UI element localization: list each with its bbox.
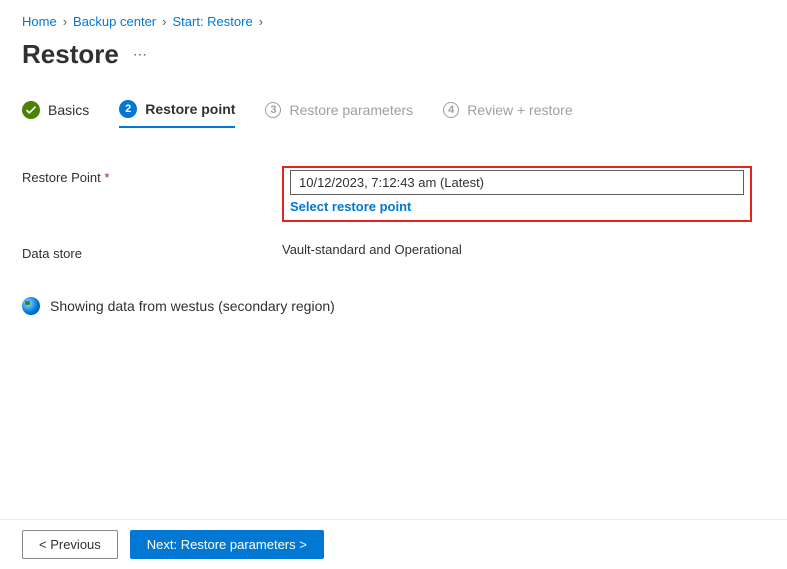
data-store-label: Data store — [22, 242, 282, 261]
checkmark-icon — [22, 101, 40, 119]
required-icon: * — [104, 170, 109, 185]
data-store-row: Data store Vault-standard and Operationa… — [22, 242, 765, 261]
previous-button[interactable]: < Previous — [22, 530, 118, 559]
breadcrumb-home[interactable]: Home — [22, 14, 57, 29]
restore-point-row: Restore Point * Select restore point — [22, 166, 765, 222]
tab-label: Basics — [48, 102, 89, 118]
region-info: Showing data from westus (secondary regi… — [0, 281, 787, 331]
form-content: Restore Point * Select restore point Dat… — [0, 140, 787, 261]
page-title: Restore — [22, 39, 119, 70]
step-number-icon: 4 — [443, 102, 459, 118]
wizard-footer: < Previous Next: Restore parameters > — [0, 519, 787, 569]
wizard-tabs: Basics 2 Restore point 3 Restore paramet… — [0, 100, 787, 140]
tab-basics[interactable]: Basics — [22, 101, 89, 127]
restore-point-input[interactable] — [290, 170, 744, 195]
restore-point-highlight: Select restore point — [282, 166, 752, 222]
tab-label: Restore parameters — [289, 102, 413, 118]
tab-label: Restore point — [145, 101, 235, 117]
breadcrumb: Home › Backup center › Start: Restore › — [0, 0, 787, 33]
breadcrumb-backup-center[interactable]: Backup center — [73, 14, 156, 29]
data-store-value: Vault-standard and Operational — [282, 242, 765, 257]
next-button[interactable]: Next: Restore parameters > — [130, 530, 324, 559]
more-actions-icon[interactable]: ⋯ — [133, 46, 149, 63]
page-header: Restore ⋯ — [0, 33, 787, 100]
step-number-icon: 3 — [265, 102, 281, 118]
tab-label: Review + restore — [467, 102, 572, 118]
breadcrumb-start-restore[interactable]: Start: Restore — [172, 14, 252, 29]
restore-point-label: Restore Point * — [22, 166, 282, 185]
step-number-icon: 2 — [119, 100, 137, 118]
tab-restore-point[interactable]: 2 Restore point — [119, 100, 235, 128]
tab-restore-parameters[interactable]: 3 Restore parameters — [265, 102, 413, 126]
globe-icon — [22, 297, 40, 315]
region-message: Showing data from westus (secondary regi… — [50, 298, 335, 314]
chevron-right-icon: › — [63, 14, 67, 29]
chevron-right-icon: › — [259, 14, 263, 29]
tab-review-restore[interactable]: 4 Review + restore — [443, 102, 572, 126]
chevron-right-icon: › — [162, 14, 166, 29]
select-restore-point-link[interactable]: Select restore point — [290, 199, 411, 214]
